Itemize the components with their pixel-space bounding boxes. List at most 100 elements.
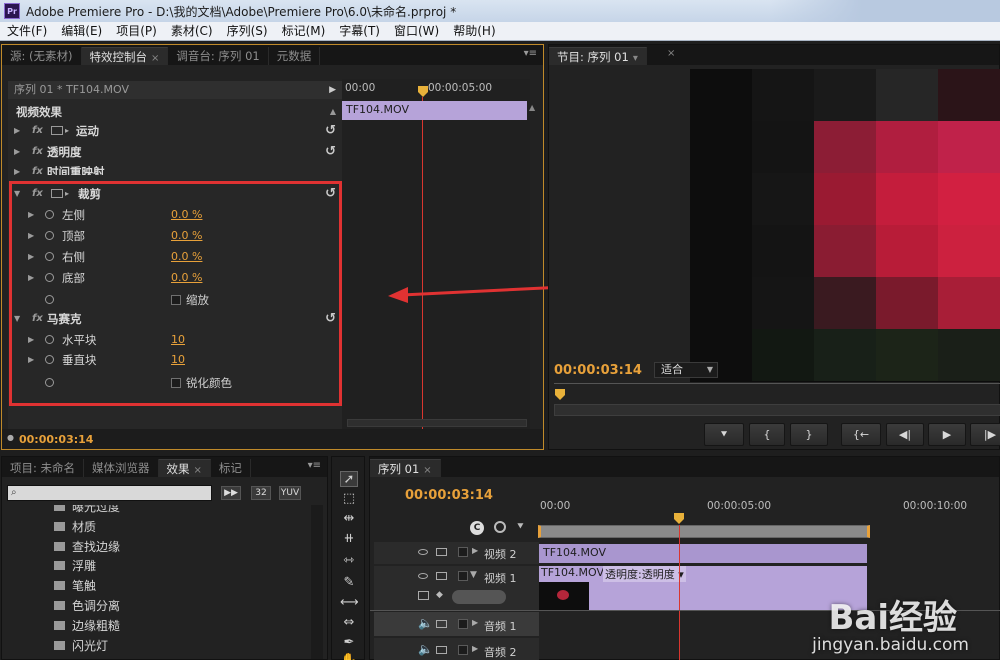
pen-tool-icon[interactable]: ✒ xyxy=(340,635,358,651)
scroll-up-icon[interactable]: ▲ xyxy=(529,103,535,112)
list-item[interactable]: 材质 xyxy=(8,517,308,537)
work-area-bar[interactable] xyxy=(538,525,870,538)
expand-triangle-icon[interactable]: ▶ xyxy=(14,121,20,141)
hand-tool-icon[interactable]: ✋ xyxy=(340,653,358,660)
add-marker-button[interactable]: ⯆ xyxy=(704,423,744,446)
eye-icon[interactable] xyxy=(418,549,428,555)
close-icon[interactable]: × xyxy=(423,465,431,476)
list-item[interactable]: 笔触 xyxy=(8,576,308,596)
link-icon[interactable] xyxy=(494,521,506,533)
timeline-timecode[interactable]: 00:00:03:14 xyxy=(405,488,493,503)
dropdown-icon[interactable]: ▾ xyxy=(633,53,638,64)
lock-toggle[interactable] xyxy=(458,645,468,655)
yuv-filter-chip[interactable]: YUV xyxy=(279,486,301,500)
effect-time-remap[interactable]: ▶ fx 时间重映射 xyxy=(8,162,342,175)
program-zoom-scrollbar[interactable] xyxy=(554,404,1000,416)
tab-metadata[interactable]: 元数据 xyxy=(269,47,321,65)
list-item[interactable]: 色调分离 xyxy=(8,596,308,616)
tab-media-browser[interactable]: 媒体浏览器 xyxy=(84,459,159,477)
close-icon[interactable]: × xyxy=(194,465,202,476)
lock-toggle[interactable] xyxy=(458,547,468,557)
ripple-edit-tool-icon[interactable]: ⇹ xyxy=(340,511,358,527)
effects-search-input[interactable]: ⌕ xyxy=(7,485,212,501)
ec-timecode[interactable]: 00:00:03:14 xyxy=(19,433,93,446)
expand-triangle-icon[interactable]: ▶ xyxy=(472,618,478,627)
panel-menu-icon[interactable]: ▾≡ xyxy=(524,48,537,59)
ec-clip-bar[interactable]: TF104.MOV xyxy=(342,101,527,120)
rolling-edit-tool-icon[interactable]: ⧺ xyxy=(340,531,358,547)
list-item[interactable]: 边缘粗糙 xyxy=(8,616,308,636)
reset-icon[interactable]: ↺ xyxy=(325,121,336,141)
menu-edit[interactable]: 编辑(E) xyxy=(54,22,109,41)
menu-file[interactable]: 文件(F) xyxy=(0,22,54,41)
timeline-playhead-icon[interactable] xyxy=(673,513,685,525)
program-video-frame[interactable] xyxy=(690,69,1000,382)
tab-sequence[interactable]: 序列 01 × xyxy=(370,459,441,477)
clip-effect-dropdown[interactable]: 透明度:透明度 ▾ xyxy=(603,566,686,582)
menu-clip[interactable]: 素材(C) xyxy=(164,22,220,41)
selection-tool-icon[interactable]: ➚ xyxy=(340,471,358,487)
marker-icon[interactable]: ⯆ xyxy=(516,520,525,534)
fit-dropdown[interactable]: 适合 ▼ xyxy=(654,362,718,378)
32bit-filter-chip[interactable]: 32 xyxy=(251,486,271,500)
display-style-icon[interactable] xyxy=(418,591,429,600)
playhead-icon[interactable] xyxy=(417,86,429,98)
panel-menu-icon[interactable]: ▾≡ xyxy=(308,460,321,471)
rate-stretch-tool-icon[interactable]: ⇿ xyxy=(340,553,358,569)
mark-out-button[interactable]: } xyxy=(790,423,828,446)
close-icon[interactable]: × xyxy=(667,48,675,59)
keyframe-icon[interactable]: ◆ xyxy=(436,590,443,600)
expand-triangle-icon[interactable]: ▶ xyxy=(472,546,478,555)
menu-marker[interactable]: 标记(M) xyxy=(275,22,333,41)
clip-video2[interactable]: TF104.MOV xyxy=(539,544,867,563)
tab-audio-mixer[interactable]: 调音台: 序列 01 xyxy=(168,47,269,65)
expand-triangle-icon[interactable]: ▶ xyxy=(472,644,478,653)
collapse-triangle-icon[interactable]: ▼ xyxy=(470,570,477,580)
clip-video1[interactable]: TF104.MOV 透明度:透明度 ▾ xyxy=(539,566,867,610)
lock-toggle[interactable] xyxy=(458,571,468,581)
tab-markers[interactable]: 标记 xyxy=(211,459,251,477)
ec-horizontal-scrollbar[interactable] xyxy=(347,419,527,427)
menu-window[interactable]: 窗口(W) xyxy=(387,22,446,41)
tab-effects[interactable]: 效果 × xyxy=(158,459,211,477)
list-item[interactable]: 浮雕 xyxy=(8,556,308,576)
razor-tool-icon[interactable]: ✎ xyxy=(340,575,358,591)
menu-project[interactable]: 项目(P) xyxy=(109,22,164,41)
menu-title[interactable]: 字幕(T) xyxy=(332,22,387,41)
keyframe-nav[interactable] xyxy=(452,590,506,604)
camera-icon[interactable] xyxy=(436,548,447,556)
effects-scrollbar[interactable] xyxy=(311,505,323,659)
fx-icon[interactable]: fx xyxy=(32,142,43,162)
snap-icon[interactable]: C xyxy=(470,521,484,535)
expand-triangle-icon[interactable]: ▶ xyxy=(14,162,20,175)
go-to-in-button[interactable]: {← xyxy=(841,423,881,446)
close-icon[interactable]: × xyxy=(151,53,159,64)
collapse-up-icon[interactable]: ▲ xyxy=(330,102,336,122)
list-item[interactable]: 曝光过度 xyxy=(8,505,308,517)
speaker-icon[interactable]: 🔈 xyxy=(418,642,433,656)
effect-motion[interactable]: ▶ fx ▸ 运动 ↺ xyxy=(8,121,342,141)
accelerated-effects-icon[interactable]: ▶▶ xyxy=(221,486,241,500)
step-forward-button[interactable]: |▶ xyxy=(970,423,1000,446)
effect-opacity[interactable]: ▶ fx 透明度 ↺ xyxy=(8,142,342,162)
program-timecode[interactable]: 00:00:03:14 xyxy=(554,363,642,378)
camera-icon[interactable] xyxy=(436,572,447,580)
program-playhead-icon[interactable] xyxy=(554,389,566,401)
tab-source[interactable]: 源: (无素材) xyxy=(2,47,82,65)
list-item[interactable]: 查找边缘 xyxy=(8,537,308,557)
tab-program[interactable]: 节目: 序列 01 ▾ xyxy=(549,47,647,65)
mark-in-button[interactable]: { xyxy=(749,423,785,446)
tab-effect-controls[interactable]: 特效控制台 × xyxy=(81,47,169,65)
menu-sequence[interactable]: 序列(S) xyxy=(220,22,275,41)
play-triangle-icon[interactable]: ▶ xyxy=(329,81,336,99)
eye-icon[interactable] xyxy=(418,573,428,579)
fx-icon[interactable]: fx xyxy=(32,121,43,141)
sync-lock-icon[interactable] xyxy=(436,646,447,654)
menu-help[interactable]: 帮助(H) xyxy=(446,22,502,41)
transform-box-icon[interactable] xyxy=(51,126,63,135)
slide-tool-icon[interactable]: ⇔ xyxy=(340,615,358,631)
expand-triangle-icon[interactable]: ▶ xyxy=(14,142,20,162)
list-item[interactable]: 闪光灯 xyxy=(8,636,308,656)
track-select-tool-icon[interactable]: ⬚ xyxy=(340,491,358,507)
speaker-icon[interactable]: 🔈 xyxy=(418,616,433,630)
